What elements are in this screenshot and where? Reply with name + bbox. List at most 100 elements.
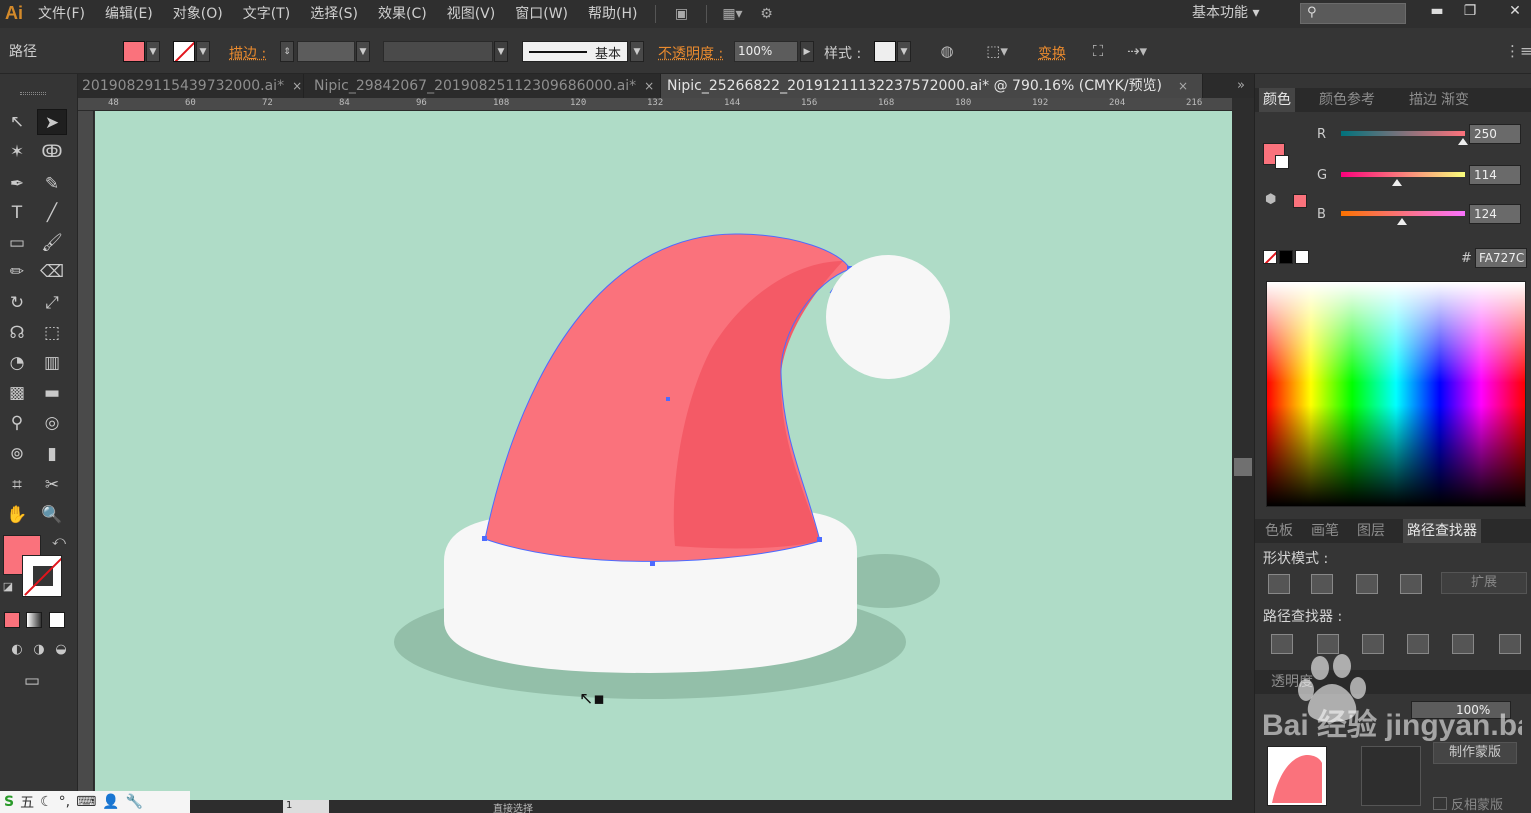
stroke-swatch[interactable] bbox=[173, 41, 195, 62]
blue-knob[interactable] bbox=[1396, 218, 1407, 225]
shape-builder-tool-icon[interactable]: ◔ bbox=[2, 350, 32, 376]
white-swatch[interactable] bbox=[1295, 250, 1309, 264]
stroke-color-box[interactable] bbox=[22, 555, 62, 597]
red-slider[interactable]: R 250 bbox=[1317, 124, 1531, 148]
stroke-weight-dropdown[interactable]: ▼ bbox=[356, 41, 370, 62]
column-graph-tool-icon[interactable]: ▮ bbox=[37, 441, 67, 467]
mask-icon[interactable]: ⇢▾ bbox=[1124, 40, 1150, 62]
document-tab-3[interactable]: Nipic_25266822_20191211132237572000.ai* … bbox=[661, 74, 1203, 98]
vertical-scrollbar[interactable] bbox=[1232, 98, 1254, 800]
document-tab-1[interactable]: 20190829115439732000.ai* × bbox=[78, 74, 304, 98]
magic-wand-tool-icon[interactable]: ✶ bbox=[2, 139, 32, 165]
web-safe-swatch[interactable] bbox=[1293, 194, 1307, 208]
lasso-tool-icon[interactable]: ↂ bbox=[37, 139, 67, 165]
rectangle-tool-icon[interactable]: ▭ bbox=[2, 230, 32, 256]
draw-inside-icon[interactable]: ◒ bbox=[46, 637, 76, 663]
eraser-tool-icon[interactable]: ⌫ bbox=[37, 259, 67, 285]
intersect-icon[interactable] bbox=[1356, 574, 1378, 594]
artboard-number-field[interactable]: 1 bbox=[283, 800, 329, 813]
menu-item-view[interactable]: 视图(V) bbox=[437, 0, 506, 28]
unite-icon[interactable] bbox=[1268, 574, 1290, 594]
menu-item-help[interactable]: 帮助(H) bbox=[578, 0, 647, 28]
zoom-tool-icon[interactable]: 🔍 bbox=[37, 502, 67, 528]
menu-item-effect[interactable]: 效果(C) bbox=[368, 0, 437, 28]
trim-icon[interactable] bbox=[1317, 634, 1339, 654]
tab-color-guide[interactable]: 颜色参考 bbox=[1315, 88, 1379, 112]
artboard-canvas[interactable]: ↖▪ bbox=[95, 111, 1232, 800]
document-tab-2[interactable]: Nipic_29842067_20190825112309686000.ai* × bbox=[304, 74, 661, 98]
ime-moon-icon[interactable]: ☾ bbox=[40, 794, 53, 810]
swap-fill-stroke-icon[interactable]: ⤺ bbox=[44, 529, 74, 555]
panel-grip[interactable] bbox=[20, 92, 46, 95]
warp-tool-icon[interactable]: ☊ bbox=[2, 320, 32, 346]
mask-thumbnail[interactable] bbox=[1361, 746, 1421, 806]
isolate-icon[interactable]: ⛶ bbox=[1085, 40, 1111, 62]
perspective-grid-tool-icon[interactable]: ▥ bbox=[37, 350, 67, 376]
menu-item-window[interactable]: 窗口(W) bbox=[505, 0, 578, 28]
out-of-gamut-icon[interactable]: ⬢ bbox=[1265, 192, 1276, 207]
opacity-field[interactable]: 100% bbox=[734, 41, 798, 62]
curvature-tool-icon[interactable]: ✎ bbox=[37, 171, 67, 197]
direct-selection-tool-icon[interactable]: ➤ bbox=[37, 109, 67, 135]
hand-tool-icon[interactable]: ✋ bbox=[2, 502, 32, 528]
search-input[interactable]: ⚲ bbox=[1300, 3, 1406, 24]
blend-tool-icon[interactable]: ◎ bbox=[37, 410, 67, 436]
none-mode-swatch[interactable] bbox=[49, 612, 65, 628]
graphic-style-swatch[interactable] bbox=[874, 41, 896, 62]
red-track[interactable] bbox=[1341, 131, 1465, 136]
screen-mode-icon[interactable]: ▭ bbox=[17, 668, 47, 694]
brush-dropdown[interactable]: ▼ bbox=[630, 41, 644, 62]
ime-mode-icon[interactable]: 五 bbox=[20, 792, 34, 812]
divide-icon[interactable] bbox=[1271, 634, 1293, 654]
tab-pathfinder[interactable]: 路径查找器 bbox=[1403, 519, 1481, 543]
fill-dropdown[interactable]: ▼ bbox=[146, 41, 160, 62]
horizontal-ruler[interactable]: 48 60 72 84 96 108 120 132 144 156 168 1… bbox=[78, 98, 1232, 111]
gradient-mode-swatch[interactable] bbox=[26, 612, 42, 628]
tab-color[interactable]: 颜色 bbox=[1259, 88, 1295, 112]
tab-gradient[interactable]: 渐变 bbox=[1437, 88, 1473, 112]
crop-icon[interactable] bbox=[1407, 634, 1429, 654]
stroke-link[interactable]: 描边 : bbox=[229, 43, 266, 63]
tab-transparency[interactable]: 透明度 bbox=[1267, 670, 1317, 694]
none-swatch[interactable] bbox=[1263, 250, 1277, 264]
ime-logo-icon[interactable]: S bbox=[4, 794, 14, 810]
paintbrush-tool-icon[interactable]: 🖌 bbox=[37, 230, 67, 256]
black-swatch[interactable] bbox=[1279, 250, 1293, 264]
santa-hat-artwork[interactable] bbox=[95, 111, 1232, 800]
gradient-tool-icon[interactable]: ▬ bbox=[37, 380, 67, 406]
variable-width-profile[interactable] bbox=[383, 41, 493, 62]
expand-button[interactable]: 扩展 bbox=[1441, 572, 1527, 594]
bridge-icon[interactable]: ▣ bbox=[664, 4, 698, 24]
stroke-weight-field[interactable] bbox=[297, 41, 355, 62]
panel-stroke-swatch[interactable] bbox=[1275, 155, 1289, 169]
stroke-weight-stepper[interactable]: ⇕ bbox=[280, 41, 294, 62]
merge-icon[interactable] bbox=[1362, 634, 1384, 654]
hat-pompom[interactable] bbox=[826, 255, 950, 379]
stroke-dropdown[interactable]: ▼ bbox=[196, 41, 210, 62]
free-transform-tool-icon[interactable]: ⬚ bbox=[37, 320, 67, 346]
green-slider[interactable]: G 114 bbox=[1317, 165, 1531, 189]
close-tab-icon[interactable]: × bbox=[644, 79, 654, 93]
ime-user-icon[interactable]: 👤 bbox=[102, 794, 119, 810]
pencil-tool-icon[interactable]: ✏ bbox=[2, 259, 32, 285]
tab-overflow-icon[interactable]: » bbox=[1230, 74, 1252, 98]
default-colors-icon[interactable]: ◪ bbox=[0, 579, 16, 595]
anchor-point[interactable] bbox=[650, 561, 655, 566]
anchor-point[interactable] bbox=[817, 537, 822, 542]
blue-track[interactable] bbox=[1341, 211, 1465, 216]
anchor-point[interactable] bbox=[482, 536, 487, 541]
menu-item-file[interactable]: 文件(F) bbox=[28, 0, 95, 28]
rotate-tool-icon[interactable]: ↻ bbox=[2, 290, 32, 316]
blue-value-field[interactable]: 124 bbox=[1469, 204, 1521, 224]
panel-menu-icon[interactable]: ⋮≡ bbox=[1505, 40, 1531, 62]
selection-tool-icon[interactable]: ↖ bbox=[2, 109, 32, 135]
eyedropper-tool-icon[interactable]: ⚲ bbox=[2, 410, 32, 436]
restore-button[interactable]: ❐ bbox=[1455, 0, 1485, 24]
vertical-ruler[interactable] bbox=[78, 111, 94, 800]
arrange-documents-icon[interactable]: ▦▾ bbox=[715, 4, 749, 24]
green-knob[interactable] bbox=[1391, 179, 1402, 186]
pen-tool-icon[interactable]: ✒ bbox=[2, 171, 32, 197]
minimize-button[interactable]: ▬ bbox=[1422, 0, 1452, 24]
red-value-field[interactable]: 250 bbox=[1469, 124, 1521, 144]
gpu-performance-icon[interactable]: ⚙ bbox=[749, 4, 783, 24]
